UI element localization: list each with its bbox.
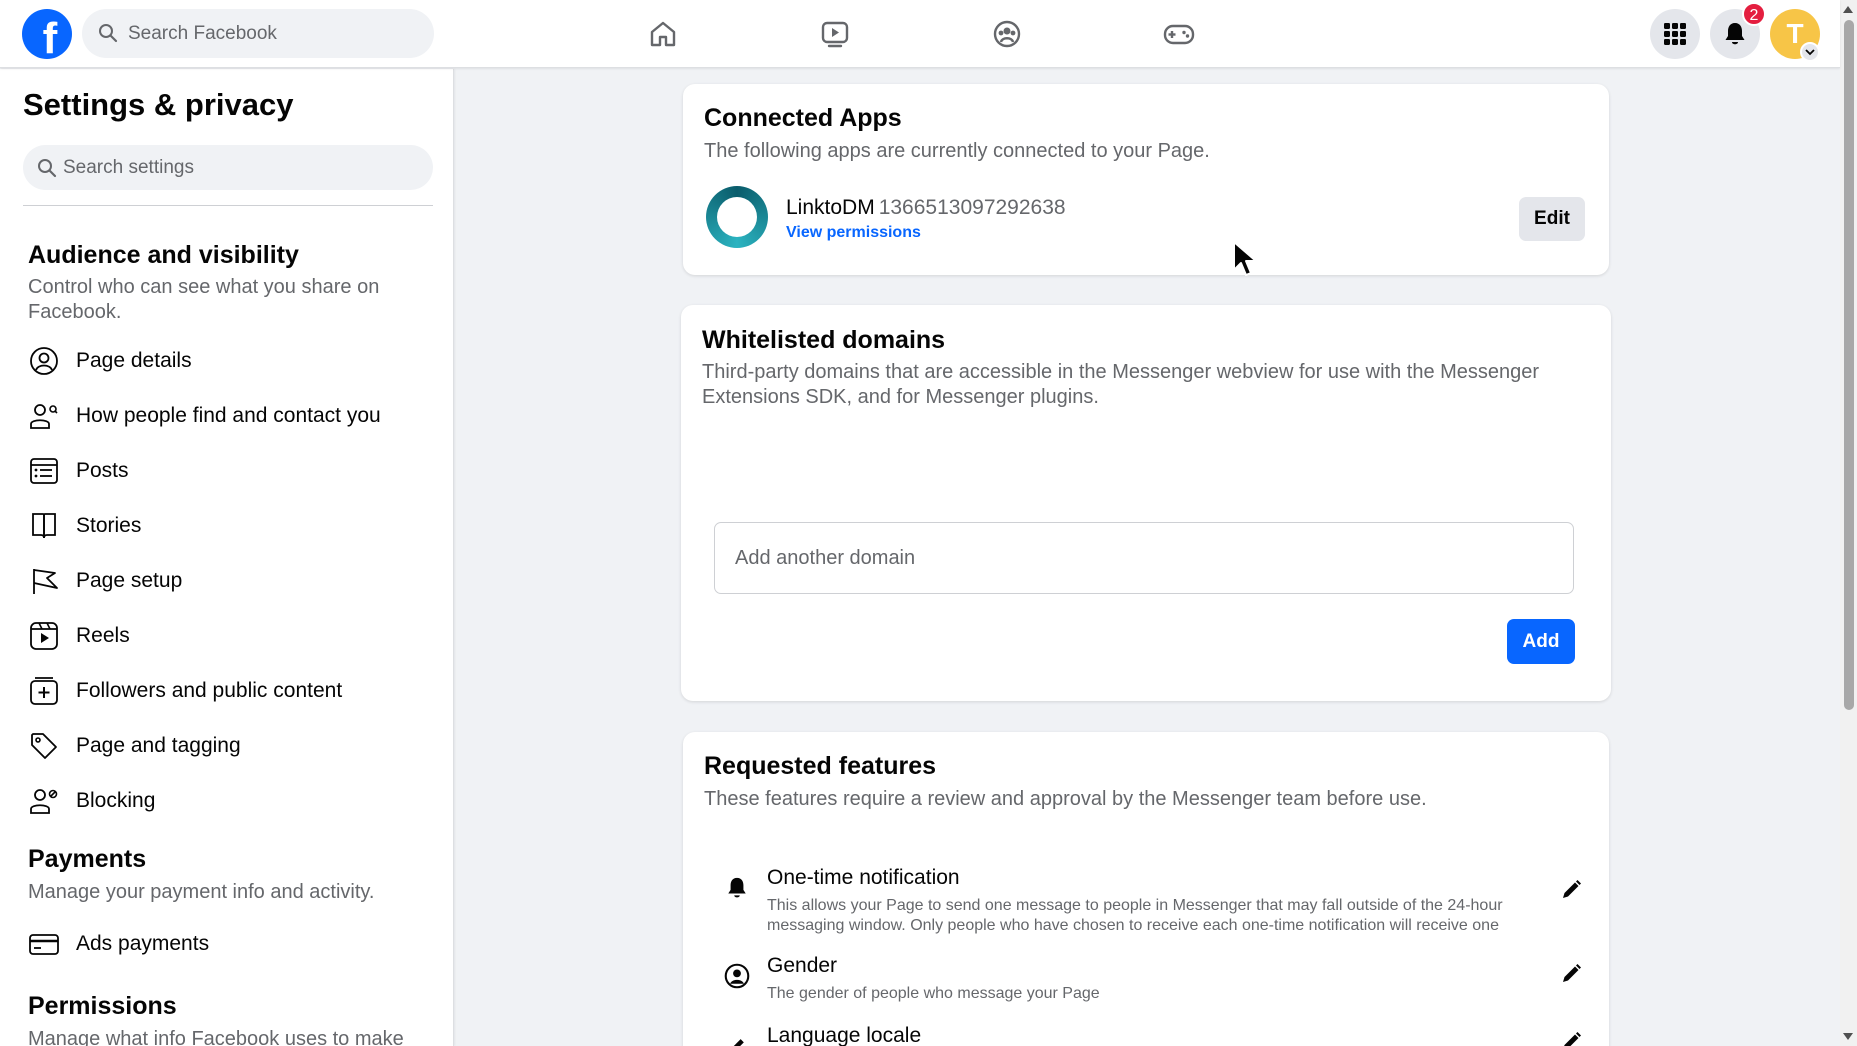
whitelisted-domains-description: Third-party domains that are accessible … xyxy=(702,361,1540,408)
sidebar-title: Settings & privacy xyxy=(23,87,294,122)
edit-pencil-icon[interactable] xyxy=(1557,960,1585,988)
page-scrollbar[interactable] xyxy=(1840,0,1857,1046)
section-title-audience: Audience and visibility xyxy=(28,241,299,269)
bell-icon xyxy=(723,874,751,902)
section-description-audience: Control who can see what you share on Fa… xyxy=(28,276,380,323)
sidebar-item-label: Posts xyxy=(76,459,129,482)
grid-menu-icon xyxy=(1664,23,1686,45)
feature-language-locale: Language locale xyxy=(723,1024,1583,1046)
edit-app-button[interactable]: Edit xyxy=(1519,197,1585,241)
person-block-icon xyxy=(26,783,62,819)
sidebar-item-posts[interactable]: Posts xyxy=(20,446,440,496)
add-domain-button[interactable]: Add xyxy=(1507,619,1575,664)
feature-description: This allows your Page to send one messag… xyxy=(767,897,1503,934)
search-icon xyxy=(38,159,57,178)
facebook-search-input[interactable] xyxy=(128,9,418,58)
sidebar-item-label: Page and tagging xyxy=(76,734,241,757)
requested-features-description: These features require a review and appr… xyxy=(704,788,1427,810)
groups-icon xyxy=(993,20,1021,48)
flag-icon xyxy=(26,563,62,599)
person-search-icon xyxy=(26,398,62,434)
sidebar-item-ads-payments[interactable]: Ads payments xyxy=(20,919,440,969)
gaming-icon xyxy=(1163,24,1195,45)
pencil-icon xyxy=(723,1032,751,1046)
connected-apps-title: Connected Apps xyxy=(704,104,902,132)
section-title-permissions: Permissions xyxy=(28,992,177,1020)
chevron-down-icon xyxy=(1805,49,1815,56)
whitelisted-domains-card: Whitelisted domains Third-party domains … xyxy=(681,305,1611,701)
sidebar-item-page-tagging[interactable]: Page and tagging xyxy=(20,721,440,771)
sidebar-item-followers[interactable]: Followers and public content xyxy=(20,666,440,716)
sidebar-item-label: Page setup xyxy=(76,569,183,592)
home-icon xyxy=(650,21,676,47)
sidebar-item-label: Blocking xyxy=(76,789,156,812)
settings-search-box[interactable] xyxy=(23,145,433,190)
sidebar-item-page-setup[interactable]: Page setup xyxy=(20,556,440,606)
section-description-permissions: Manage what info Facebook uses to make xyxy=(28,1028,404,1046)
person-circle-icon xyxy=(723,962,751,990)
person-circle-icon xyxy=(26,343,62,379)
requested-features-title: Requested features xyxy=(704,752,937,780)
sidebar-item-find-contact[interactable]: How people find and contact you xyxy=(20,391,440,441)
account-menu-toggle[interactable] xyxy=(1800,42,1820,62)
top-navigation-bar: f 2 T xyxy=(0,0,1840,68)
feature-description: The gender of people who message your Pa… xyxy=(767,985,1100,1002)
credit-card-icon xyxy=(26,926,62,962)
app-name: LinktoDM xyxy=(786,196,875,219)
scroll-down-arrow-icon[interactable] xyxy=(1843,1033,1853,1040)
sidebar-divider xyxy=(23,205,433,206)
add-domain-input[interactable] xyxy=(714,522,1574,594)
sidebar-item-label: Page details xyxy=(76,349,192,372)
feature-one-time-notification: One-time notification This allows your P… xyxy=(723,866,1583,936)
facebook-search-box[interactable] xyxy=(82,9,434,58)
tag-icon xyxy=(26,728,62,764)
posts-icon xyxy=(26,453,62,489)
sidebar-item-label: Followers and public content xyxy=(76,679,343,702)
whitelisted-domains-title: Whitelisted domains xyxy=(702,326,946,354)
nav-tab-video[interactable] xyxy=(775,6,895,62)
sidebar-item-stories[interactable]: Stories xyxy=(20,501,440,551)
section-title-payments: Payments xyxy=(28,845,147,873)
sidebar-item-label: Reels xyxy=(76,624,130,647)
sidebar-item-reels[interactable]: Reels xyxy=(20,611,440,661)
settings-search-input[interactable] xyxy=(63,145,413,190)
search-icon xyxy=(99,24,118,43)
sidebar-item-page-details[interactable]: Page details xyxy=(20,336,440,386)
feature-name: Language locale xyxy=(767,1024,922,1046)
scrollbar-thumb[interactable] xyxy=(1844,20,1854,710)
sidebar-item-label: Stories xyxy=(76,514,142,537)
video-icon xyxy=(821,21,849,48)
edit-pencil-icon[interactable] xyxy=(1557,876,1585,904)
app-name-row: LinktoDM 1366513097292638 xyxy=(786,196,1066,220)
notification-badge: 2 xyxy=(1742,2,1766,26)
feature-gender: Gender The gender of people who message … xyxy=(723,954,1583,1004)
view-permissions-link[interactable]: View permissions xyxy=(786,224,921,242)
edit-pencil-icon[interactable] xyxy=(1557,1028,1585,1046)
sidebar-item-label: Ads payments xyxy=(76,932,210,955)
plus-square-icon xyxy=(26,673,62,709)
book-icon xyxy=(26,508,62,544)
app-id: 1366513097292638 xyxy=(878,196,1066,219)
section-description-payments: Manage your payment info and activity. xyxy=(28,881,375,903)
app-logo xyxy=(706,186,768,248)
feature-name: Gender xyxy=(767,954,838,977)
connected-apps-description: The following apps are currently connect… xyxy=(704,140,1210,162)
requested-features-card: Requested features These features requir… xyxy=(683,732,1609,1046)
sidebar-item-label: How people find and contact you xyxy=(76,404,381,427)
feature-name: One-time notification xyxy=(767,866,960,889)
connected-apps-card: Connected Apps The following apps are cu… xyxy=(683,84,1609,275)
nav-tab-groups[interactable] xyxy=(947,6,1067,62)
mouse-cursor-icon xyxy=(1233,241,1257,276)
scroll-up-arrow-icon[interactable] xyxy=(1843,6,1853,13)
facebook-logo[interactable]: f xyxy=(22,9,72,63)
settings-sidebar: Settings & privacy Audience and visibili… xyxy=(0,69,454,1046)
sidebar-item-blocking[interactable]: Blocking xyxy=(20,776,440,826)
menu-button[interactable] xyxy=(1650,9,1700,59)
reels-icon xyxy=(26,618,62,654)
bell-icon xyxy=(1725,23,1745,45)
nav-tab-gaming[interactable] xyxy=(1119,6,1239,62)
nav-tab-home[interactable] xyxy=(603,6,723,62)
